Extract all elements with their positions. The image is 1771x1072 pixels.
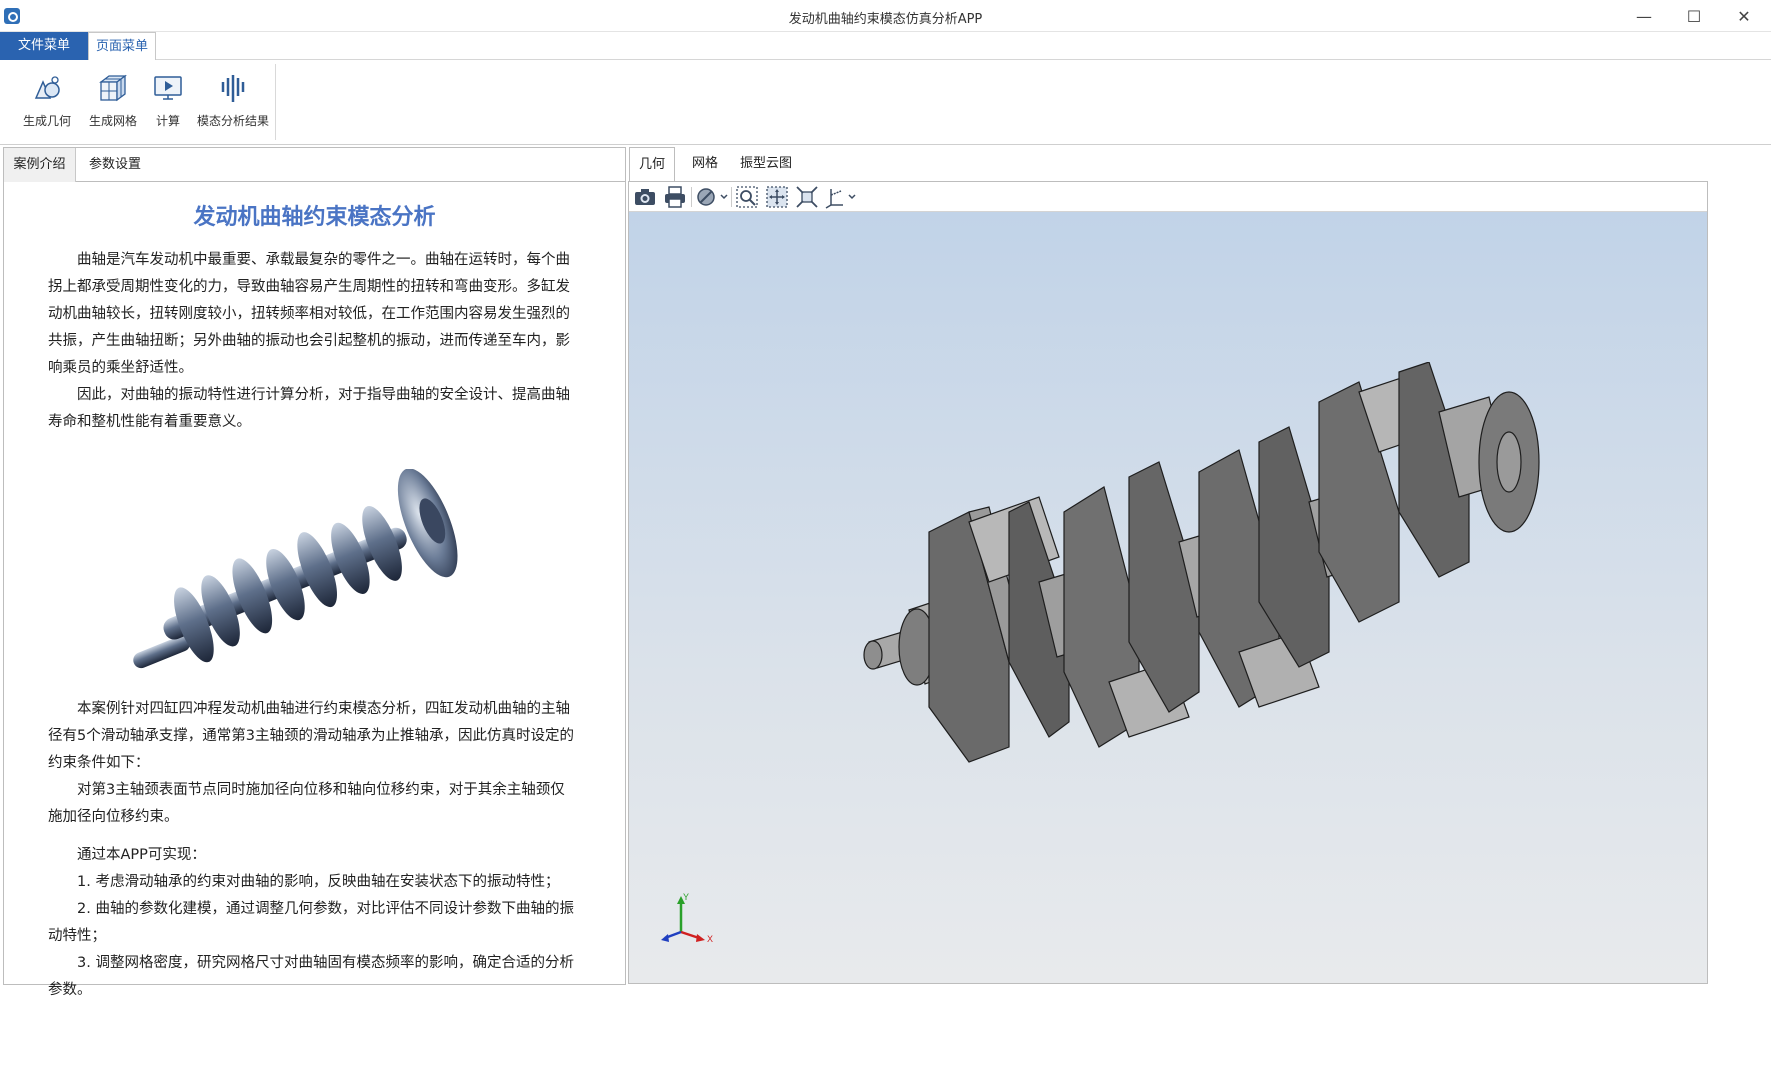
left-panel: 案例介绍 参数设置 发动机曲轴约束模态分析 曲轴是汽车发动机中最重要、承载最复杂… [3, 147, 626, 998]
graphics-viewer: Y X [628, 181, 1708, 984]
doc-paragraph-5: 通过本APP可实现： [77, 847, 206, 863]
viewer-toolbar [629, 182, 1707, 212]
geometry-icon [34, 76, 60, 99]
compute-button[interactable]: 计算 [146, 66, 190, 136]
window-title: 发动机曲轴约束模态仿真分析APP [788, 12, 983, 27]
tab-mode-shape[interactable]: 振型云图 [731, 147, 801, 181]
minimize-icon[interactable]: — [1620, 0, 1668, 32]
generate-mesh-label: 生成网格 [88, 114, 137, 128]
zoom-fit-icon[interactable] [765, 185, 789, 209]
mesh-icon [99, 74, 127, 102]
doc-paragraph-1: 曲轴是汽车发动机中最重要、承载最复杂的零件之一。曲轴在运转时，每个曲拐上都承受周… [48, 252, 570, 376]
crankshaft-model [863, 362, 1540, 763]
toolbar-separator [731, 187, 732, 207]
title-bar: 发动机曲轴约束模态仿真分析APP — ☐ ✕ [0, 0, 1771, 32]
modal-results-button[interactable]: 模态分析结果 [190, 66, 276, 136]
doc-paragraph-4: 对第3主轴颈表面节点同时施加径向位移和轴向位移约束，对于其余主轴颈仅施加径向位移… [48, 782, 565, 825]
compute-icon [154, 76, 182, 100]
tab-parameters[interactable]: 参数设置 [80, 148, 150, 182]
doc-list-item-1: 1. 考虑滑动轴承的约束对曲轴的影响，反映曲轴在安装状态下的振动特性； [77, 874, 560, 890]
axis-x-label: X [707, 934, 713, 944]
render-mode-icon[interactable] [695, 185, 729, 209]
right-panel: 几何 网格 振型云图 Y X [627, 147, 1771, 985]
crankshaft-photo [133, 469, 458, 669]
toolbar-separator [691, 187, 692, 207]
viewer-tab-bar: 几何 网格 振型云图 [627, 147, 1771, 181]
fit-all-icon[interactable] [795, 185, 819, 209]
doc-list-item-2: 2. 曲轴的参数化建模，通过调整几何参数，对比评估不同设计参数下曲轴的振动特性； [48, 901, 574, 944]
generate-geometry-button[interactable]: 生成几何 [14, 66, 80, 136]
3d-viewport[interactable]: Y X [629, 212, 1707, 983]
compute-label: 计算 [155, 114, 180, 128]
tab-case-intro[interactable]: 案例介绍 [4, 148, 76, 182]
case-intro-content: 发动机曲轴约束模态分析 曲轴是汽车发动机中最重要、承载最复杂的零件之一。曲轴在运… [4, 183, 625, 998]
tab-mesh[interactable]: 网格 [681, 147, 729, 181]
doc-paragraph-2: 因此，对曲轴的振动特性进行计算分析，对于指导曲轴的安全设计、提高曲轴寿命和整机性… [48, 387, 570, 430]
zoom-box-icon[interactable] [735, 185, 759, 209]
modal-results-icon [221, 75, 245, 102]
doc-title: 发动机曲轴约束模态分析 [193, 205, 436, 230]
left-tab-bar: 案例介绍 参数设置 [4, 148, 625, 182]
maximize-icon[interactable]: ☐ [1670, 0, 1718, 32]
tab-geometry[interactable]: 几何 [629, 147, 675, 181]
axis-y-label: Y [683, 892, 689, 902]
menu-page-tab[interactable]: 页面菜单 [88, 32, 156, 61]
menu-file-tab[interactable]: 文件菜单 [0, 32, 88, 60]
camera-icon[interactable] [633, 185, 657, 209]
menu-bar: 文件菜单 页面菜单 [0, 32, 1771, 61]
doc-list-item-3: 3. 调整网格密度，研究网格尺寸对曲轴固有模态频率的影响，确定合适的分析参数。 [48, 955, 574, 998]
print-icon[interactable] [663, 185, 687, 209]
axis-view-icon[interactable] [825, 185, 859, 209]
ribbon-group-main: 生成几何 生成网格 计算 模态分析结果 [8, 64, 276, 140]
doc-paragraph-3: 本案例针对四缸四冲程发动机曲轴进行约束模态分析，四缸发动机曲轴的主轴径有5个滑动… [48, 701, 574, 771]
modal-results-label: 模态分析结果 [196, 114, 269, 128]
generate-mesh-button[interactable]: 生成网格 [80, 66, 146, 136]
axis-triad: Y X [661, 892, 713, 944]
close-icon[interactable]: ✕ [1720, 0, 1768, 32]
ribbon: 生成几何 生成网格 计算 模态分析结果 [0, 60, 1771, 145]
generate-geometry-label: 生成几何 [22, 114, 71, 128]
